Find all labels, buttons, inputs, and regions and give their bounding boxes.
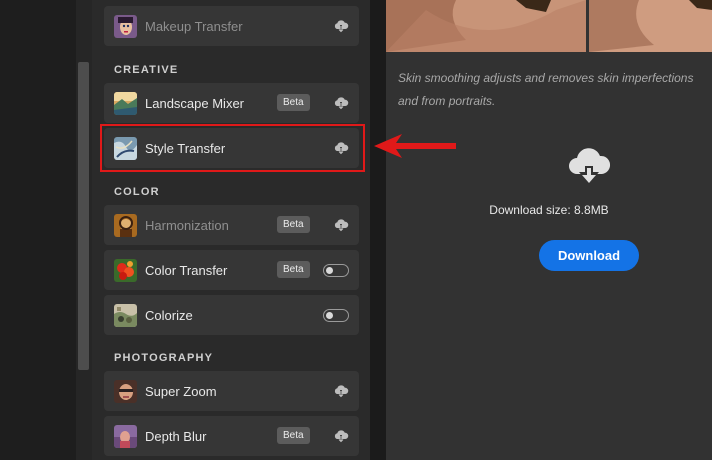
filter-description: Skin smoothing adjusts and removes skin … — [398, 71, 694, 108]
section-title-creative: CREATIVE — [114, 64, 179, 76]
beta-badge: Beta — [277, 427, 310, 444]
cloud-download-icon[interactable] — [333, 217, 349, 233]
filter-label: Makeup Transfer — [145, 19, 243, 34]
cloud-download-icon — [569, 148, 611, 184]
download-size: Download size: 8.8MB — [489, 203, 609, 217]
preview-image-before — [386, 0, 586, 52]
filter-item-depth-blur[interactable]: Depth Blur Beta — [104, 416, 359, 456]
cloud-download-icon[interactable] — [333, 95, 349, 111]
filter-item-colorize[interactable]: Colorize — [104, 295, 359, 335]
download-button[interactable]: Download — [539, 240, 639, 271]
colorize-thumbnail — [114, 304, 137, 327]
cloud-download-icon[interactable] — [333, 428, 349, 444]
arrow-left-icon — [374, 134, 456, 158]
harmonization-thumbnail — [114, 214, 137, 237]
cloud-download-icon[interactable] — [333, 383, 349, 399]
preview-image-after — [589, 0, 712, 52]
landscape-mixer-thumbnail — [114, 92, 137, 115]
section-title-photography: PHOTOGRAPHY — [114, 352, 214, 364]
beta-badge: Beta — [277, 216, 310, 233]
filter-item-landscape-mixer[interactable]: Landscape Mixer Beta — [104, 83, 359, 123]
colorize-toggle[interactable] — [323, 309, 349, 322]
filter-item-color-transfer[interactable]: Color Transfer Beta — [104, 250, 359, 290]
section-title-color: COLOR — [114, 186, 160, 198]
filter-label: Super Zoom — [145, 384, 217, 399]
panel-divider — [370, 0, 386, 460]
scrollbar-thumb[interactable] — [78, 62, 89, 370]
depth-blur-thumbnail — [114, 425, 137, 448]
filter-label: Colorize — [145, 308, 193, 323]
filter-item-makeup-transfer[interactable]: Makeup Transfer — [104, 6, 359, 46]
cloud-download-icon[interactable] — [333, 18, 349, 34]
filter-label: Harmonization — [145, 218, 229, 233]
filter-label: Landscape Mixer — [145, 96, 244, 111]
toggle-knob — [326, 267, 333, 274]
canvas-area — [0, 0, 76, 460]
filter-label: Color Transfer — [145, 263, 228, 278]
color-transfer-thumbnail — [114, 259, 137, 282]
beta-badge: Beta — [277, 94, 310, 111]
makeup-transfer-thumbnail — [114, 15, 137, 38]
highlight-box — [100, 124, 365, 172]
filter-label: Depth Blur — [145, 429, 207, 444]
super-zoom-thumbnail — [114, 380, 137, 403]
beta-badge: Beta — [277, 261, 310, 278]
filter-item-super-zoom[interactable]: Super Zoom — [104, 371, 359, 411]
toggle-knob — [326, 312, 333, 319]
color-transfer-toggle[interactable] — [323, 264, 349, 277]
filter-item-harmonization[interactable]: Harmonization Beta — [104, 205, 359, 245]
